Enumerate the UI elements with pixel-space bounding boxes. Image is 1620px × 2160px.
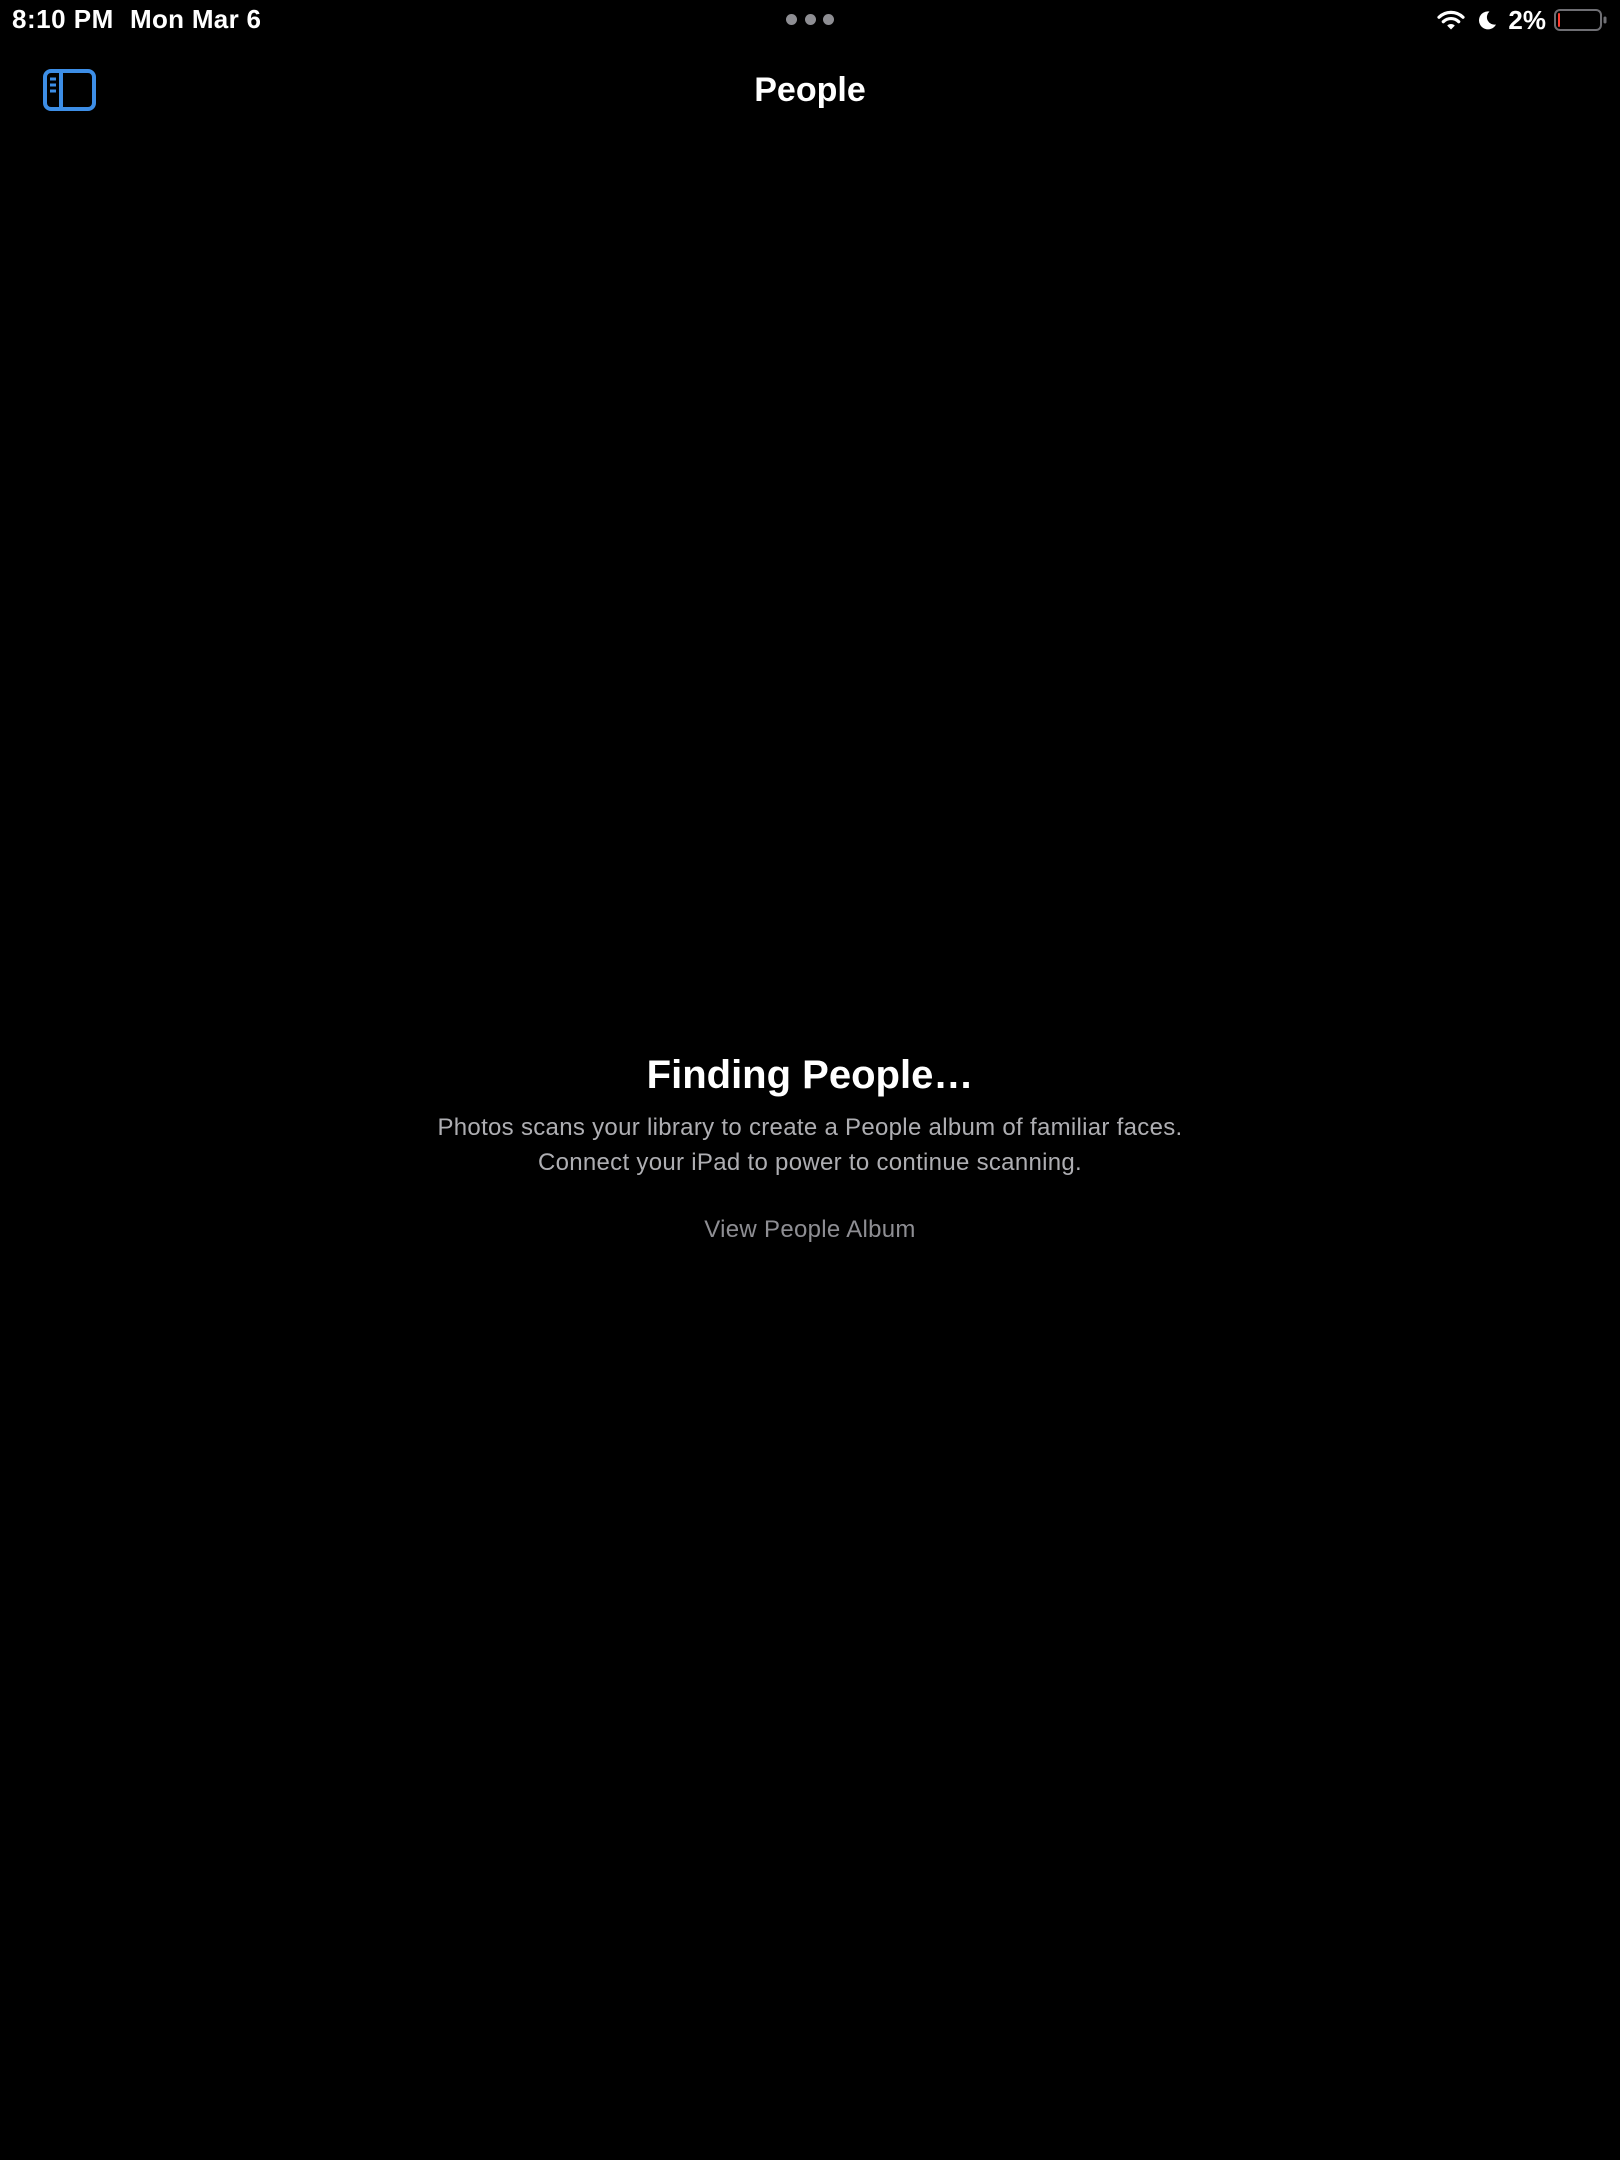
- description-line-2: Connect your iPad to power to continue s…: [537, 1149, 1083, 1176]
- page-title: People: [754, 71, 866, 109]
- empty-state-title: Finding People…: [646, 1053, 974, 1097]
- empty-state: Finding People… Photos scans your librar…: [0, 1046, 1620, 1246]
- battery-percent: 2%: [1508, 4, 1546, 35]
- moon-icon: [1479, 11, 1497, 30]
- view-people-album-link[interactable]: View People Album: [704, 1214, 915, 1246]
- description-line-1: Photos scans your library to create a Pe…: [437, 1114, 1183, 1141]
- status-time: 8:10 PM: [12, 4, 114, 34]
- status-date: Mon Mar 6: [130, 4, 262, 34]
- empty-state-description: Photos scans your library to create a Pe…: [0, 1110, 1620, 1180]
- multitasking-menu-icon[interactable]: [786, 14, 834, 26]
- wifi-icon: [1437, 10, 1466, 30]
- battery-icon: [1554, 9, 1607, 31]
- status-bar: 8:10 PM Mon Mar 6 2%: [0, 0, 1620, 40]
- status-indicators: 2%: [1436, 4, 1608, 36]
- battery-fill: [1558, 13, 1560, 27]
